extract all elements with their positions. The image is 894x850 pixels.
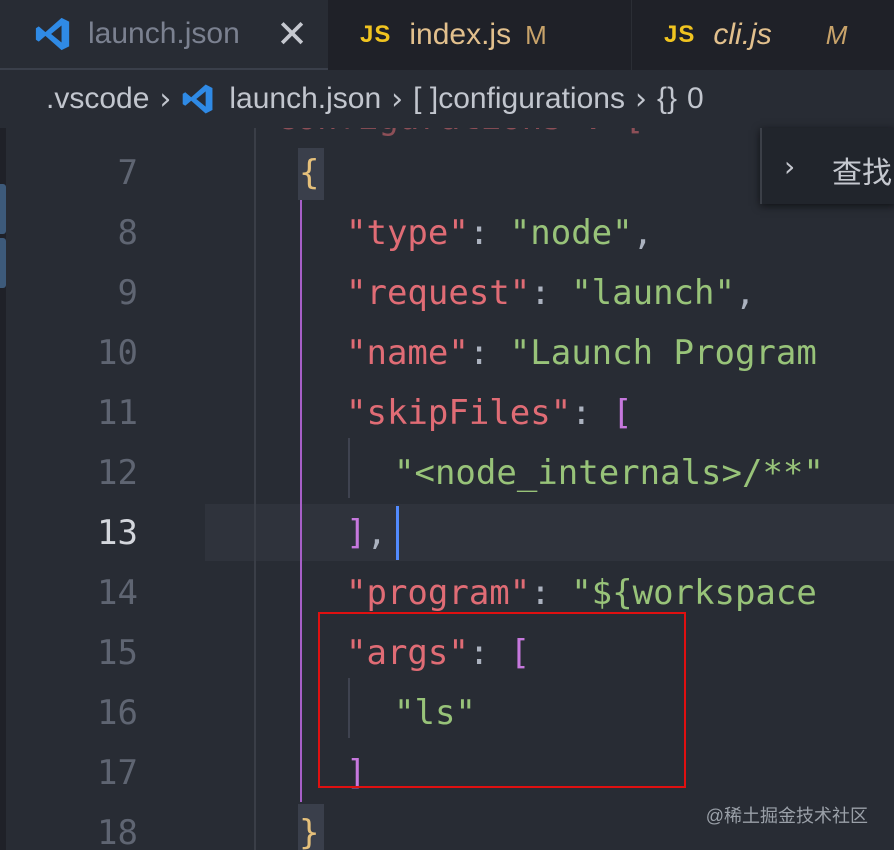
breadcrumb-file[interactable]: launch.json	[229, 82, 381, 116]
line-number: 13	[97, 513, 138, 553]
line-number: 16	[97, 693, 138, 733]
chevron-right-icon[interactable]: ›	[784, 150, 795, 183]
line-number: 17	[97, 753, 138, 793]
object-icon: {}	[656, 82, 678, 115]
indent-guide	[348, 438, 350, 498]
scrolled-line: configurations": [	[276, 128, 644, 138]
tab-label: index.js	[409, 18, 512, 51]
indent-guide-active	[300, 176, 302, 802]
code-line: {	[299, 153, 319, 193]
breadcrumb-object-0[interactable]: 0	[687, 82, 704, 116]
tab-cli-js[interactable]: JS cli.js M	[634, 0, 894, 70]
brace: }	[299, 813, 320, 850]
find-label: 查找	[832, 157, 892, 190]
json-string: "Launch Program	[509, 333, 817, 373]
line-number: 11	[97, 393, 138, 433]
tab-index-js[interactable]: JS index.js M	[330, 0, 632, 70]
bracket: [	[612, 393, 633, 433]
tab-label: launch.json	[88, 17, 240, 50]
breadcrumb-configurations[interactable]: configurations	[438, 82, 625, 116]
line-number: 9	[117, 273, 138, 313]
line-number: 12	[97, 453, 138, 493]
line-number: 7	[117, 153, 138, 193]
indent-guide	[254, 128, 256, 850]
code-line: "type": "node",	[346, 213, 654, 253]
code-line: ],	[346, 513, 387, 553]
modified-badge: M	[825, 19, 848, 50]
code-line: "name": "Launch Program	[346, 333, 817, 373]
tab-bar: launch.json ✕ JS index.js M JS cli.js M	[0, 0, 894, 70]
find-widget[interactable]: › 查找	[760, 128, 894, 204]
code-editor[interactable]: configurations": [ 7 8 9 10 11 12 13 14 …	[0, 128, 894, 850]
code-line: }	[299, 813, 319, 850]
line-number: 15	[97, 633, 138, 673]
json-string: "node"	[509, 213, 633, 253]
brace: {	[299, 153, 320, 193]
watermark: @稀土掘金技术社区	[705, 806, 868, 826]
json-string: "${workspace	[571, 573, 817, 613]
chevron-right-icon: ›	[634, 81, 647, 117]
vscode-icon	[183, 84, 213, 114]
js-icon: JS	[360, 21, 392, 48]
json-key: "skipFiles"	[346, 393, 572, 433]
line-number: 18	[97, 813, 138, 850]
tab-launch-json[interactable]: launch.json ✕	[0, 0, 328, 70]
code-line: "<node_internals>/**"	[394, 453, 824, 493]
code-line: "program": "${workspace	[346, 573, 817, 613]
highlight-box-args	[318, 612, 686, 788]
vscode-icon	[35, 17, 70, 51]
line-number: 8	[117, 213, 138, 253]
chevron-right-icon: ›	[391, 81, 404, 117]
json-key: "program"	[346, 573, 531, 613]
json-string: "<node_internals>/**"	[394, 453, 824, 493]
code-line: "request": "launch",	[346, 273, 756, 313]
modified-badge: M	[525, 19, 547, 50]
breadcrumb: .vscode › launch.json › [ ] configuratio…	[0, 70, 894, 128]
line-number: 10	[97, 333, 138, 373]
text-cursor	[396, 506, 399, 560]
tab-label: cli.js	[713, 18, 772, 51]
chevron-right-icon: ›	[159, 81, 172, 117]
line-number: 14	[97, 573, 138, 613]
json-key: "name"	[346, 333, 469, 373]
json-key: "type"	[346, 213, 469, 253]
array-icon: [ ]	[413, 82, 439, 115]
code-line: "skipFiles": [	[346, 393, 633, 433]
bracket: ]	[346, 513, 367, 553]
breadcrumb-folder[interactable]: .vscode	[46, 82, 149, 116]
close-icon[interactable]: ✕	[276, 12, 308, 56]
json-key: "request"	[346, 273, 531, 313]
current-line-highlight	[205, 504, 894, 561]
js-icon: JS	[664, 21, 696, 48]
json-string: "launch"	[571, 273, 735, 313]
